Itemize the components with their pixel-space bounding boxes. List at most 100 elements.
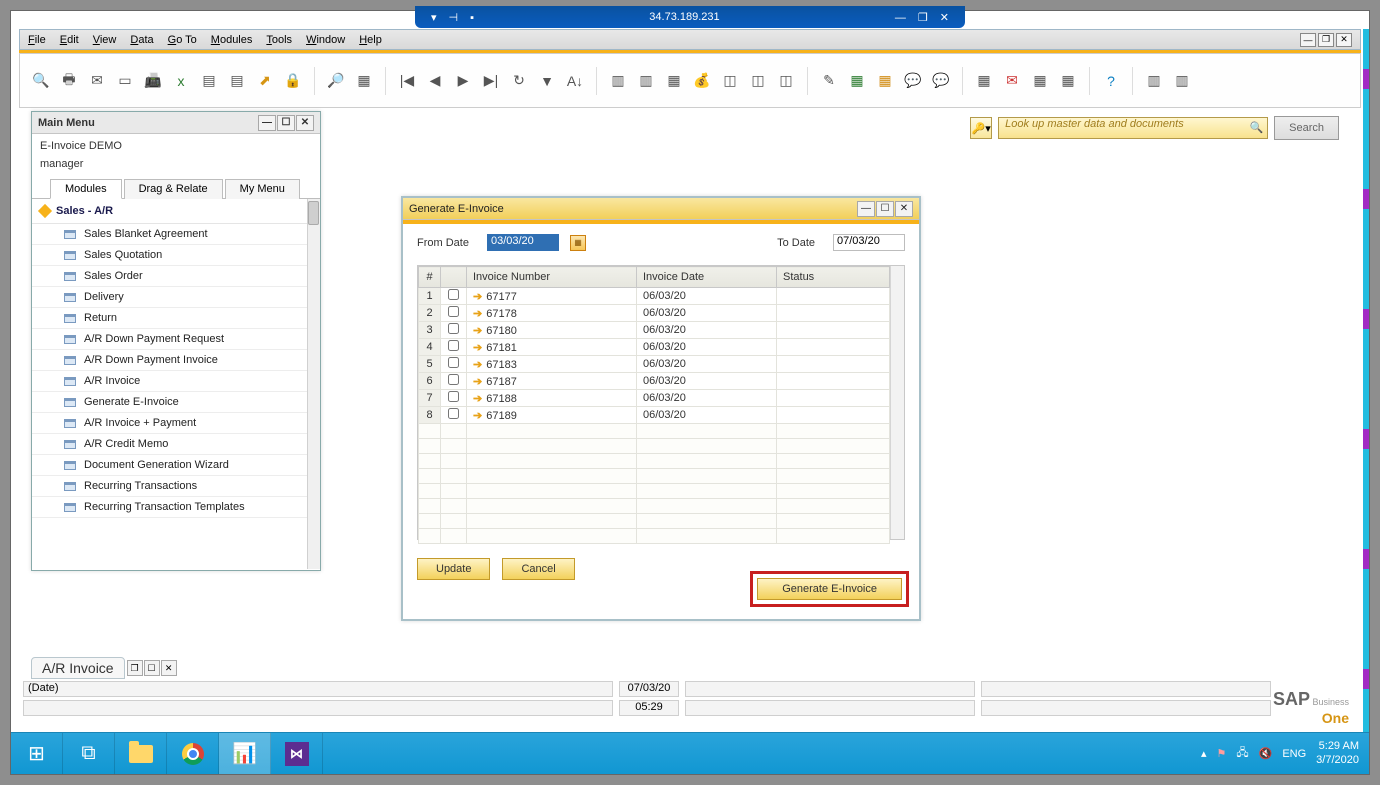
sap-b1-icon[interactable]: 📊 bbox=[219, 733, 271, 774]
row-checkbox[interactable] bbox=[448, 391, 459, 402]
minimize-icon[interactable]: — bbox=[857, 201, 875, 217]
calendar-icon[interactable]: ▦ bbox=[570, 235, 586, 251]
link-arrow-icon[interactable]: ➔ bbox=[473, 342, 482, 354]
close-icon[interactable]: ✕ bbox=[161, 660, 177, 676]
lock-icon[interactable]: 🔒 bbox=[282, 70, 304, 92]
last-record-icon[interactable]: ▶| bbox=[480, 70, 502, 92]
to-date-input[interactable]: 07/03/20 bbox=[833, 234, 905, 251]
generate-einvoice-button[interactable]: Generate E-Invoice bbox=[757, 578, 902, 600]
alerts-icon[interactable]: ▦ bbox=[973, 70, 995, 92]
link-arrow-icon[interactable]: ➔ bbox=[473, 393, 482, 405]
minimize-icon[interactable]: — bbox=[258, 115, 276, 131]
col-status[interactable]: Status bbox=[777, 267, 890, 288]
link-arrow-icon[interactable]: ➔ bbox=[473, 359, 482, 371]
edit-icon[interactable]: ✎ bbox=[818, 70, 840, 92]
cancel-button[interactable]: Cancel bbox=[502, 558, 574, 580]
menu-goto[interactable]: Go To bbox=[168, 34, 197, 46]
base-doc-icon[interactable]: ▥ bbox=[607, 70, 629, 92]
cell-invoice-number[interactable]: ➔67177 bbox=[467, 288, 637, 305]
menu-view[interactable]: View bbox=[93, 34, 117, 46]
restore-icon[interactable]: ❐ bbox=[1318, 33, 1334, 47]
first-record-icon[interactable]: |◀ bbox=[396, 70, 418, 92]
calendar-icon[interactable]: ▦ bbox=[874, 70, 896, 92]
row-checkbox[interactable] bbox=[448, 306, 459, 317]
menu-file[interactable]: File bbox=[28, 34, 46, 46]
cell-invoice-number[interactable]: ➔67189 bbox=[467, 407, 637, 424]
col-invoice-number[interactable]: Invoice Number bbox=[467, 267, 637, 288]
refresh-icon[interactable]: ↻ bbox=[508, 70, 530, 92]
tree-item[interactable]: A/R Invoice bbox=[32, 371, 320, 392]
visual-studio-icon[interactable]: ⋈ bbox=[271, 733, 323, 774]
file-explorer-icon[interactable] bbox=[115, 733, 167, 774]
from-date-input[interactable]: 03/03/20 bbox=[487, 234, 559, 251]
find-icon[interactable]: 🔎 bbox=[325, 70, 347, 92]
update-button[interactable]: Update bbox=[417, 558, 490, 580]
chrome-icon[interactable] bbox=[167, 733, 219, 774]
table-row[interactable]: 6➔6718706/03/20 bbox=[419, 373, 890, 390]
cell-invoice-number[interactable]: ➔67188 bbox=[467, 390, 637, 407]
cell-invoice-number[interactable]: ➔67181 bbox=[467, 339, 637, 356]
my-cockpit-icon[interactable]: ▥ bbox=[1171, 70, 1193, 92]
help-icon[interactable]: ? bbox=[1100, 70, 1122, 92]
search-key-icon[interactable]: 🔑▾ bbox=[970, 117, 992, 139]
table-row[interactable]: 4➔6718106/03/20 bbox=[419, 339, 890, 356]
task-view-icon[interactable]: ⧉ bbox=[63, 733, 115, 774]
main-menu-titlebar[interactable]: Main Menu — ☐ ✕ bbox=[32, 112, 320, 134]
dialog-titlebar[interactable]: Generate E-Invoice — ☐ ✕ bbox=[403, 198, 919, 220]
link-arrow-icon[interactable]: ➔ bbox=[473, 410, 482, 422]
pdf-icon[interactable]: ▤ bbox=[226, 70, 248, 92]
maximize-icon[interactable]: ☐ bbox=[144, 660, 160, 676]
new-activity-icon[interactable]: ▦ bbox=[846, 70, 868, 92]
table-row[interactable]: 2➔6717806/03/20 bbox=[419, 305, 890, 322]
add-icon[interactable]: ▦ bbox=[353, 70, 375, 92]
link-arrow-icon[interactable]: ➔ bbox=[473, 376, 482, 388]
tree-item[interactable]: A/R Down Payment Invoice bbox=[32, 350, 320, 371]
maximize-icon[interactable]: ☐ bbox=[277, 115, 295, 131]
tree-item[interactable]: Return bbox=[32, 308, 320, 329]
link-arrow-icon[interactable]: ➔ bbox=[473, 291, 482, 303]
message-icon[interactable]: 💬 bbox=[902, 70, 924, 92]
cell-invoice-number[interactable]: ➔67178 bbox=[467, 305, 637, 322]
tree-section-sales[interactable]: Sales - A/R bbox=[32, 199, 320, 224]
cockpit-icon[interactable]: ▥ bbox=[1143, 70, 1165, 92]
maximize-icon[interactable]: ☐ bbox=[876, 201, 894, 217]
restore-icon[interactable]: ❐ bbox=[918, 12, 928, 24]
tree-item[interactable]: Sales Blanket Agreement bbox=[32, 224, 320, 245]
table-row[interactable]: 7➔6718806/03/20 bbox=[419, 390, 890, 407]
col-invoice-date[interactable]: Invoice Date bbox=[637, 267, 777, 288]
cell-invoice-number[interactable]: ➔67180 bbox=[467, 322, 637, 339]
scrollbar[interactable] bbox=[307, 199, 320, 569]
close-icon[interactable]: ✕ bbox=[1336, 33, 1352, 47]
layout-designer-icon[interactable]: ▦ bbox=[1057, 70, 1079, 92]
fax-icon[interactable]: 📠 bbox=[142, 70, 164, 92]
row-checkbox[interactable] bbox=[448, 357, 459, 368]
row-checkbox[interactable] bbox=[448, 289, 459, 300]
tree-item[interactable]: Document Generation Wizard bbox=[32, 455, 320, 476]
minimized-ar-invoice[interactable]: A/R Invoice ❐ ☐ ✕ bbox=[31, 657, 177, 679]
cell-invoice-number[interactable]: ➔67187 bbox=[467, 373, 637, 390]
tab-drag-relate[interactable]: Drag & Relate bbox=[124, 179, 223, 199]
preview-icon[interactable]: 🔍 bbox=[30, 70, 52, 92]
prev-record-icon[interactable]: ◀ bbox=[424, 70, 446, 92]
payment-means-icon[interactable]: 💰 bbox=[691, 70, 713, 92]
search-icon[interactable]: 🔍 bbox=[1249, 121, 1263, 134]
col-select[interactable] bbox=[441, 267, 467, 288]
tray-chevron-icon[interactable]: ▴ bbox=[1201, 747, 1207, 760]
close-icon[interactable]: ✕ bbox=[895, 201, 913, 217]
next-record-icon[interactable]: ▶ bbox=[452, 70, 474, 92]
print-icon[interactable]: 🖶 bbox=[58, 70, 80, 92]
menu-modules[interactable]: Modules bbox=[211, 34, 253, 46]
word-icon[interactable]: ▤ bbox=[198, 70, 220, 92]
transaction-icon[interactable]: ◫ bbox=[747, 70, 769, 92]
table-row[interactable]: 5➔6718306/03/20 bbox=[419, 356, 890, 373]
menu-window[interactable]: Window bbox=[306, 34, 345, 46]
sort-icon[interactable]: A↓ bbox=[564, 70, 586, 92]
gross-profit-icon[interactable]: ▦ bbox=[663, 70, 685, 92]
col-num[interactable]: # bbox=[419, 267, 441, 288]
tray-volume-icon[interactable]: 🔇 bbox=[1259, 747, 1273, 760]
row-checkbox[interactable] bbox=[448, 323, 459, 334]
tree-item[interactable]: A/R Credit Memo bbox=[32, 434, 320, 455]
table-row[interactable]: 3➔6718006/03/20 bbox=[419, 322, 890, 339]
message-overview-icon[interactable]: 💬 bbox=[930, 70, 952, 92]
tab-my-menu[interactable]: My Menu bbox=[225, 179, 300, 199]
